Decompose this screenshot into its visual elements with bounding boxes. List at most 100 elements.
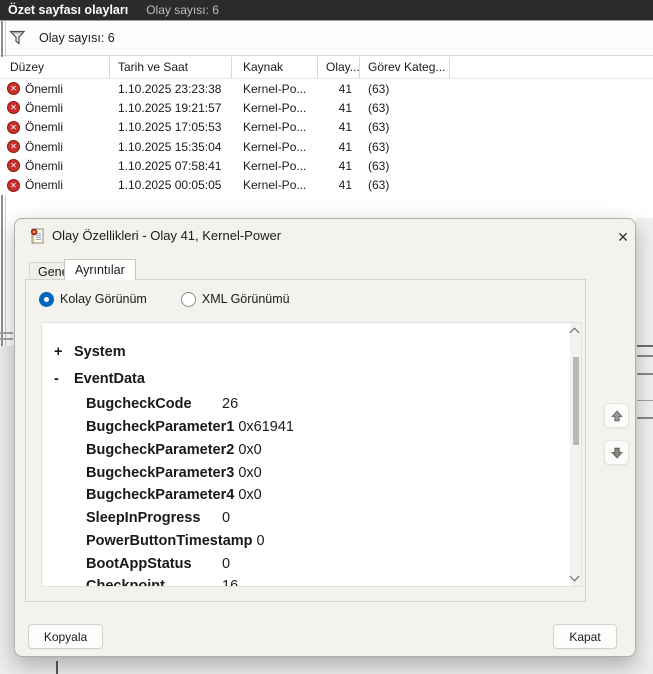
level-cell: ✕ Önemli (0, 120, 110, 134)
tab-ayrintilar[interactable]: Ayrıntılar (64, 259, 136, 280)
tree-node-system[interactable]: + System (42, 341, 126, 363)
datetime-cell: 1.10.2025 23:23:38 (118, 81, 222, 96)
table-header-row: Düzey Tarih ve Saat Kaynak Olay... Görev Kat… (0, 57, 653, 79)
background-separator (637, 373, 653, 375)
property-value: 16 (222, 578, 239, 587)
copy-button[interactable]: Kopyala (28, 624, 103, 649)
source-cell: Kernel-Po... (243, 100, 307, 115)
column-header[interactable]: Kaynak (232, 57, 318, 78)
source-cell: Kernel-Po... (243, 178, 307, 193)
summary-event-count: Olay sayısı: 6 (146, 3, 219, 17)
property-name: BugcheckCode (86, 396, 192, 413)
critical-icon: ✕ (7, 159, 20, 173)
datetime-cell: 1.10.2025 00:05:05 (118, 178, 222, 193)
category-cell: (63) (368, 158, 390, 173)
tree-node-label: System (74, 344, 126, 360)
scroll-up-icon[interactable] (569, 327, 580, 338)
column-header[interactable]: Görev Kateg... (360, 57, 450, 78)
background-divider (56, 661, 58, 674)
actions-pane-sliver (636, 218, 653, 657)
background-separator (637, 355, 653, 357)
scroll-down-icon[interactable] (569, 571, 580, 582)
eventid-cell: 41 (338, 120, 352, 135)
close-icon[interactable]: ✕ (612, 226, 634, 248)
property-row: BugcheckParameter2 0x0 (42, 439, 562, 462)
category-cell: (63) (368, 81, 390, 96)
eventid-cell: 41 (338, 178, 352, 193)
previous-event-button[interactable] (604, 403, 629, 428)
summary-header: Özet sayfası olayları Olay sayısı: 6 (0, 0, 653, 20)
property-value: 26 (222, 396, 239, 413)
property-row: Checkpoint 16 (42, 575, 562, 587)
level-cell: ✕ Önemli (0, 159, 110, 173)
property-row: BugcheckParameter4 0x0 (42, 484, 562, 507)
tree-node-eventdata[interactable]: - EventData (42, 368, 145, 390)
category-cell: (63) (368, 139, 390, 154)
tree-node-label: EventData (74, 371, 145, 387)
event-properties-icon (30, 228, 44, 244)
next-event-button[interactable] (604, 440, 629, 465)
property-row: PowerButtonTimestamp 0 (42, 530, 562, 553)
level-cell: ✕ Önemli (0, 101, 110, 115)
source-cell: Kernel-Po... (243, 81, 307, 96)
table-row[interactable]: ✕ Önemli 1.10.2025 17:05:53 Kernel-Po... 41 (… (0, 117, 653, 137)
property-name: Checkpoint (86, 578, 165, 587)
column-header[interactable]: Düzey (0, 57, 110, 78)
column-header[interactable]: Olay... (318, 57, 360, 78)
table-row[interactable]: ✕ Önemli 1.10.2025 23:23:38 Kernel-Po... 41 (… (0, 79, 653, 99)
collapse-icon[interactable]: - (42, 371, 74, 387)
property-row: BugcheckParameter3 0x0 (42, 461, 562, 484)
eventid-cell: 41 (338, 139, 352, 154)
xml-view-radio[interactable] (180, 291, 196, 307)
table-row[interactable]: ✕ Önemli 1.10.2025 07:58:41 Kernel-Po... 41 (… (0, 156, 653, 176)
dialog-title: Olay Özellikleri - Olay 41, Kernel-Power (52, 228, 282, 243)
table-row[interactable]: ✕ Önemli 1.10.2025 19:21:57 Kernel-Po... 41 (… (0, 98, 653, 118)
expand-icon[interactable]: + (42, 344, 74, 360)
property-name: BugcheckParameter2 (86, 441, 235, 458)
category-cell: (63) (368, 120, 390, 135)
splitter-mark (0, 332, 13, 334)
level-cell: ✕ Önemli (0, 82, 110, 96)
datetime-cell: 1.10.2025 07:58:41 (118, 158, 222, 173)
property-value: 0 (256, 532, 265, 549)
background-separator (637, 400, 653, 401)
property-value: 0x0 (238, 487, 262, 504)
property-row: BootAppStatus 0 (42, 552, 562, 575)
datetime-cell: 1.10.2025 17:05:53 (118, 120, 222, 135)
background-separator (637, 417, 653, 419)
view-mode-options: Kolay Görünüm XML Görünümü (39, 290, 290, 308)
property-value: 0x0 (238, 464, 262, 481)
property-name: BootAppStatus (86, 555, 192, 572)
scrollbar[interactable] (569, 323, 581, 586)
critical-icon: ✕ (7, 82, 20, 96)
xml-view-label[interactable]: XML Görünümü (202, 292, 290, 306)
datetime-cell: 1.10.2025 15:35:04 (118, 139, 222, 154)
close-button[interactable]: Kapat (553, 624, 617, 649)
property-name: PowerButtonTimestamp (86, 532, 253, 549)
level-cell: ✕ Önemli (0, 140, 110, 154)
critical-icon: ✕ (7, 101, 20, 115)
property-row: BugcheckParameter1 0x61941 (42, 416, 562, 439)
scrollbar-thumb[interactable] (573, 357, 579, 445)
event-viewer-screen: Özet sayfası olayları Olay sayısı: 6 Ola… (0, 0, 653, 674)
event-properties-dialog: Olay Özellikleri - Olay 41, Kernel-Power… (14, 218, 636, 657)
friendly-view-content: + System - EventData BugcheckCode 26 Bugch… (41, 322, 582, 587)
friendly-view-radio[interactable] (39, 291, 54, 307)
datetime-cell: 1.10.2025 19:21:57 (118, 100, 222, 115)
table-row[interactable]: ✕ Önemli 1.10.2025 15:35:04 Kernel-Po... 41 (… (0, 136, 653, 157)
source-cell: Kernel-Po... (243, 139, 307, 154)
property-value: 0 (222, 510, 231, 527)
property-row: BugcheckCode 26 (42, 393, 562, 416)
table-row[interactable]: ✕ Önemli 1.10.2025 00:05:05 Kernel-Po... 41 (… (0, 175, 653, 195)
column-header[interactable]: Tarih ve Saat (110, 57, 232, 78)
event-rows: ✕ Önemli 1.10.2025 23:23:38 Kernel-Po... 41 (… (0, 79, 653, 195)
property-value: 0x61941 (238, 419, 294, 436)
background-separator (637, 345, 653, 347)
property-name: BugcheckParameter3 (86, 464, 235, 481)
friendly-view-label[interactable]: Kolay Görünüm (60, 292, 147, 306)
filter-bar[interactable]: Olay sayısı: 6 (0, 20, 653, 56)
level-cell: ✕ Önemli (0, 178, 110, 192)
critical-icon: ✕ (7, 178, 20, 192)
source-cell: Kernel-Po... (243, 158, 307, 173)
property-value: 0 (222, 555, 231, 572)
